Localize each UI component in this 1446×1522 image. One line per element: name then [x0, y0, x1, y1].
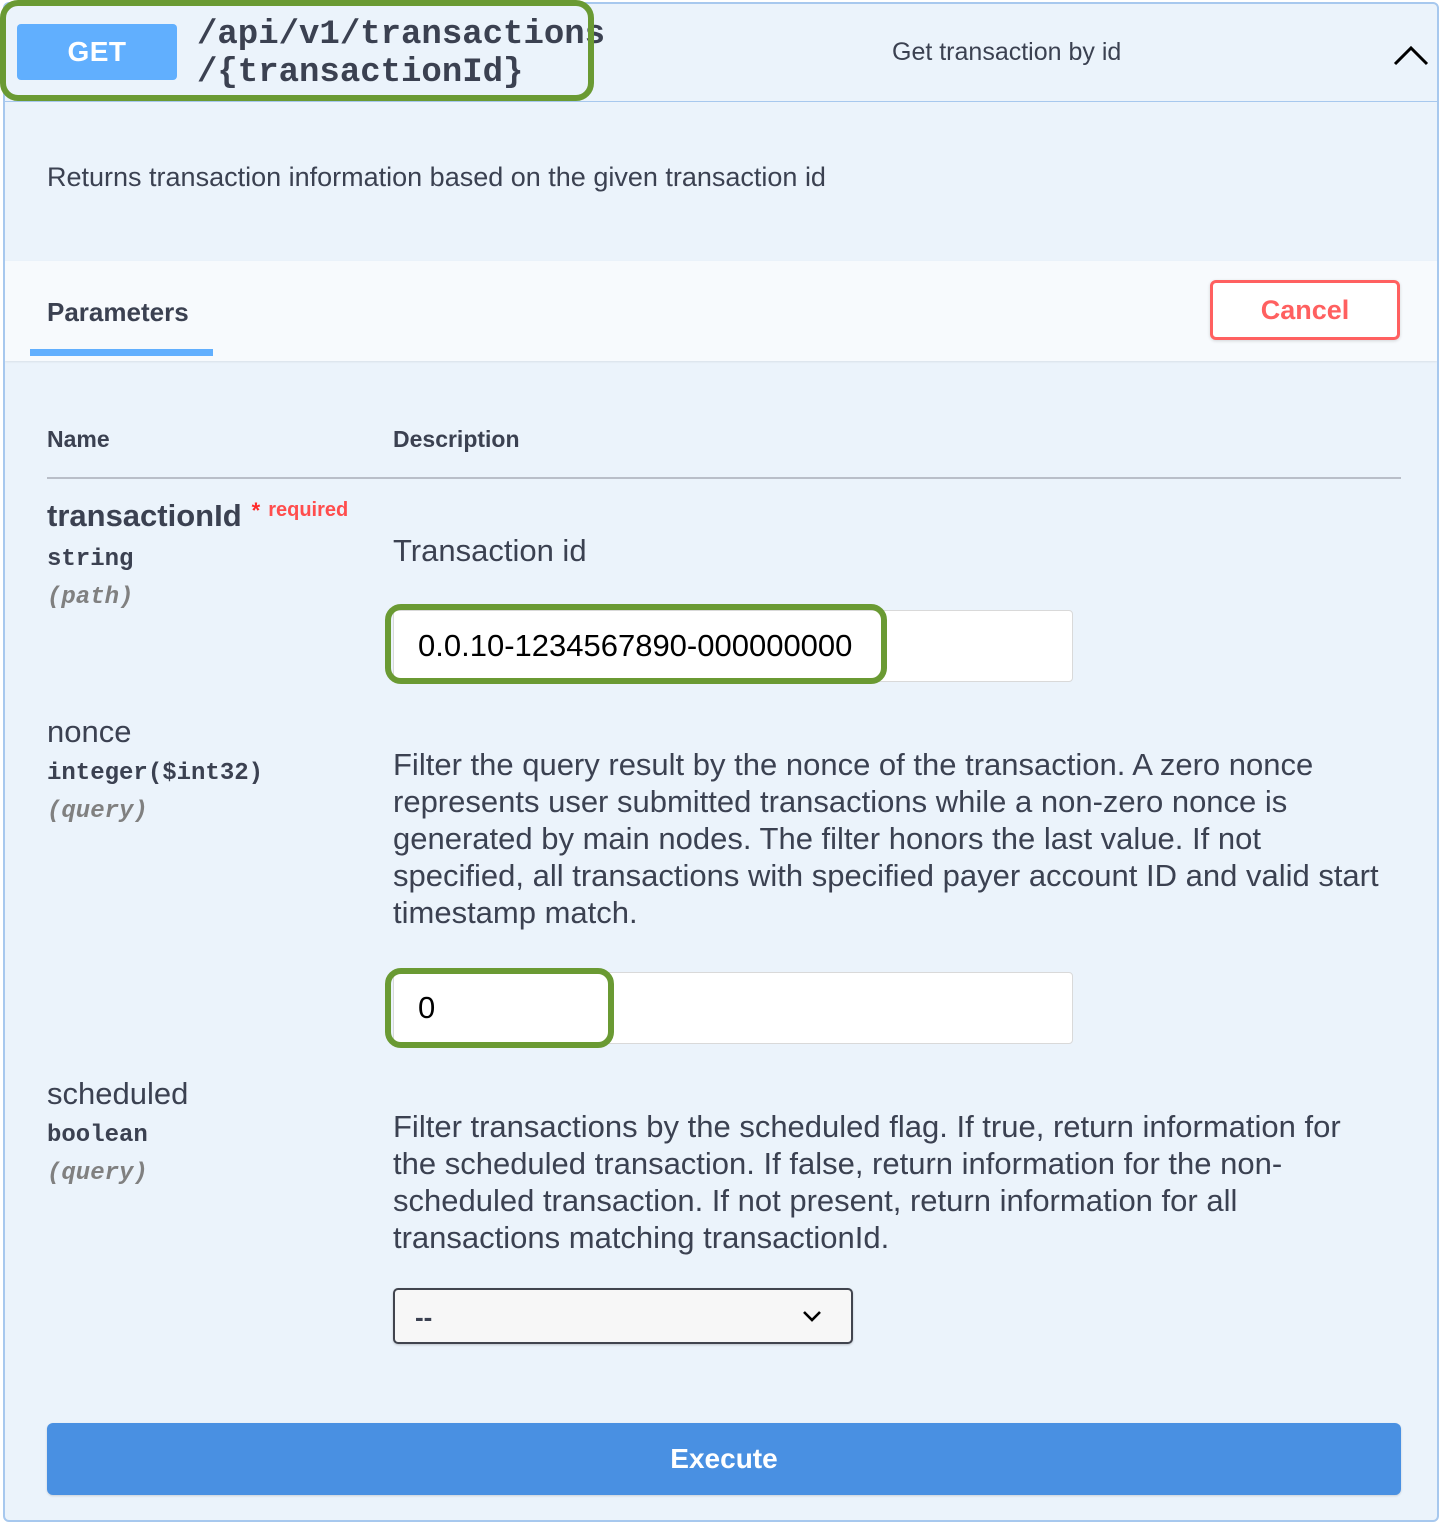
- column-header-description: Description: [393, 426, 520, 452]
- param-location: (path): [47, 584, 134, 611]
- param-location: (query): [47, 1160, 148, 1187]
- column-header-name: Name: [47, 426, 110, 452]
- param-name-scheduled: scheduled: [47, 1076, 189, 1111]
- cancel-button[interactable]: Cancel: [1210, 280, 1400, 340]
- required-label: required: [268, 499, 349, 521]
- param-name-text: transactionId: [47, 498, 242, 533]
- param-description: Filter the query result by the nonce of …: [393, 747, 1379, 930]
- endpoint-path: /api/v1/transactions /{transactionId}: [197, 16, 605, 92]
- operation-summary[interactable]: GET /api/v1/transactions /{transactionId…: [5, 4, 1437, 102]
- nonce-input[interactable]: [393, 972, 1073, 1044]
- required-star: *: [251, 498, 261, 523]
- param-description: Filter transactions by the scheduled fla…: [393, 1109, 1341, 1255]
- execute-button[interactable]: Execute: [47, 1423, 1401, 1495]
- scheduled-select-value: --: [415, 1302, 433, 1332]
- operation-description: Returns transaction information based on…: [47, 162, 826, 192]
- param-type: integer($int32): [47, 760, 264, 787]
- operation-summary-description: Get transaction by id: [892, 38, 1122, 66]
- scheduled-select[interactable]: --: [393, 1288, 853, 1344]
- header-divider: [47, 477, 1401, 479]
- param-type: string: [47, 546, 134, 573]
- tab-parameters[interactable]: Parameters: [47, 297, 189, 328]
- param-name-nonce: nonce: [47, 714, 132, 749]
- param-location: (query): [47, 798, 148, 825]
- parameters-section-header: Parameters Cancel: [5, 261, 1437, 361]
- get-method-badge: GET: [17, 24, 177, 80]
- chevron-down-icon: [803, 1311, 821, 1322]
- operation-block: GET /api/v1/transactions /{transactionId…: [3, 2, 1439, 1522]
- endpoint-path-line1: /api/v1/transactions: [197, 16, 606, 54]
- transactionid-input[interactable]: [393, 610, 1073, 682]
- param-description: Transaction id: [393, 533, 587, 568]
- param-type: boolean: [47, 1122, 148, 1149]
- endpoint-path-line2: /{transactionId}: [197, 54, 524, 92]
- tab-active-underline: [30, 349, 213, 356]
- param-name-transactionid: transactionId * required: [47, 498, 348, 534]
- chevron-up-icon[interactable]: [1391, 40, 1431, 70]
